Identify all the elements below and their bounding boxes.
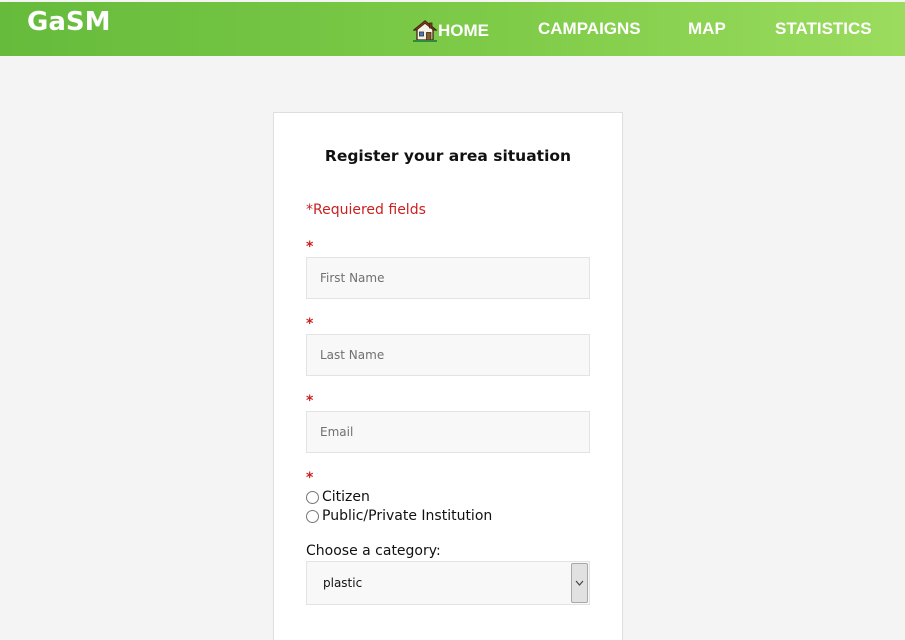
nav-home[interactable]: HOME	[413, 20, 489, 42]
category-label: Choose a category:	[306, 543, 441, 559]
required-marker: *	[306, 470, 314, 486]
email-input[interactable]	[306, 411, 590, 453]
radio-citizen[interactable]	[306, 490, 319, 504]
radio-institution-label: Public/Private Institution	[322, 508, 493, 524]
radio-institution[interactable]	[306, 509, 319, 523]
site-logo[interactable]: GaSM	[27, 7, 110, 37]
registration-form-card: Register your area situation *Requiered …	[273, 112, 623, 640]
nav-map[interactable]: MAP	[688, 19, 726, 39]
nav-campaigns[interactable]: CAMPAIGNS	[538, 19, 641, 39]
house-icon	[413, 20, 437, 42]
last-name-input[interactable]	[306, 334, 590, 376]
category-select[interactable]: plastic	[306, 561, 590, 605]
required-fields-note: *Requiered fields	[306, 202, 426, 218]
required-marker: *	[306, 316, 314, 332]
radio-citizen-label: Citizen	[322, 489, 370, 505]
nav-home-label: HOME	[438, 21, 489, 40]
first-name-input[interactable]	[306, 257, 590, 299]
radio-institution-row[interactable]: Public/Private Institution	[306, 508, 492, 524]
chevron-down-icon[interactable]	[571, 563, 588, 603]
nav-statistics[interactable]: STATISTICS	[775, 19, 872, 39]
top-navbar: GaSM HOME CAMPAIGNS MAP STATISTICS	[0, 2, 905, 56]
required-marker: *	[306, 239, 314, 255]
required-marker: *	[306, 393, 314, 409]
radio-citizen-row[interactable]: Citizen	[306, 489, 370, 505]
category-selected-value: plastic	[323, 576, 363, 590]
form-title: Register your area situation	[324, 147, 572, 165]
